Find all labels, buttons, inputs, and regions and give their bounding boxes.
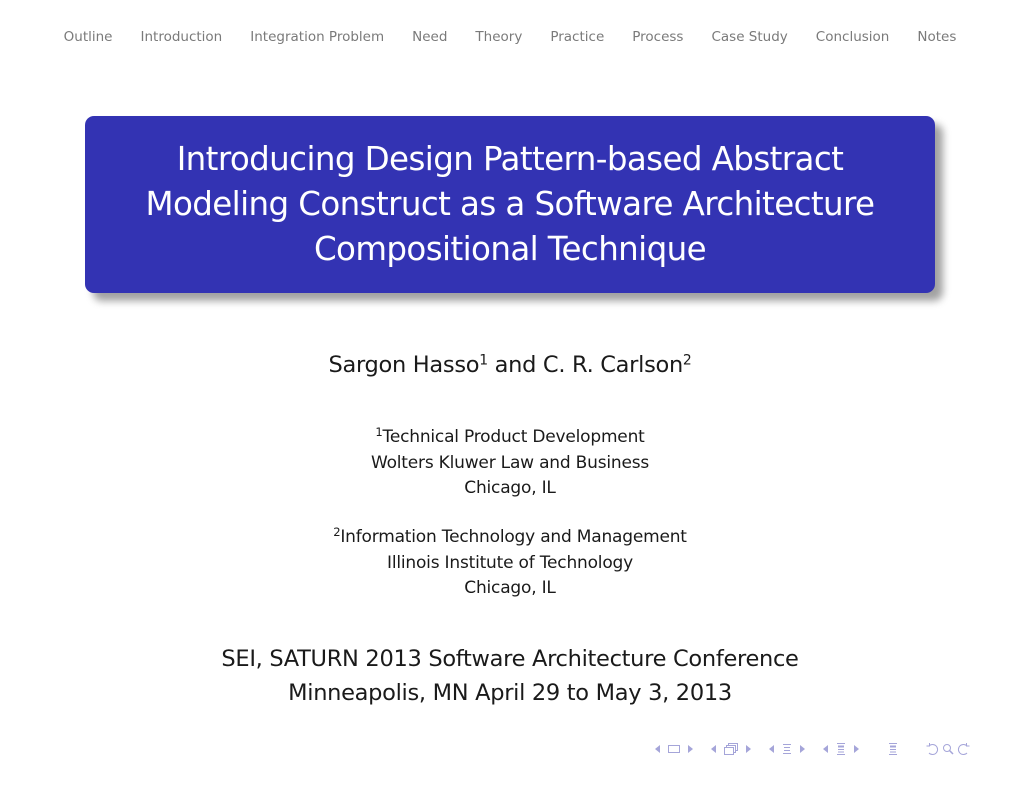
undo-icon[interactable] xyxy=(925,742,939,756)
subsection-doc-icon[interactable] xyxy=(835,742,847,756)
arrow-right-icon[interactable] xyxy=(797,743,807,755)
nav-item-integration-problem[interactable]: Integration Problem xyxy=(236,27,398,47)
arrow-left-icon[interactable] xyxy=(767,743,777,755)
search-icon[interactable] xyxy=(941,742,955,756)
affiliation-mark: 1 xyxy=(375,425,383,440)
frame-icon[interactable] xyxy=(667,743,681,755)
authors: Sargon Hasso1 and C. R. Carlson2 xyxy=(0,350,1020,380)
author-connector: and xyxy=(487,352,543,378)
affiliation-mark: 2 xyxy=(682,352,692,369)
affiliation-mark: 1 xyxy=(479,352,488,369)
nav-item-introduction[interactable]: Introduction xyxy=(126,27,236,47)
arrow-left-icon[interactable] xyxy=(653,743,663,755)
redo-icon[interactable] xyxy=(957,742,971,756)
affiliation-location: Chicago, IL xyxy=(464,578,556,598)
title-line: Modeling Construct as a Software Archite… xyxy=(145,185,876,223)
author-name: C. R. Carlson xyxy=(542,352,683,378)
beamer-navigation-symbols xyxy=(653,741,971,757)
affiliation-organization: Illinois Institute of Technology xyxy=(387,552,633,573)
nav-item-practice[interactable]: Practice xyxy=(536,27,618,47)
nav-item-process[interactable]: Process xyxy=(618,27,697,47)
nav-item-notes[interactable]: Notes xyxy=(903,27,970,47)
affiliation-2: 2Information Technology and Management I… xyxy=(0,525,1020,602)
arrow-right-icon[interactable] xyxy=(685,743,695,755)
arrow-left-icon[interactable] xyxy=(709,743,719,755)
arrow-right-icon[interactable] xyxy=(851,743,861,755)
author-name: Sargon Hasso xyxy=(328,352,480,378)
title-line: Introducing Design Pattern-based Abstrac… xyxy=(176,140,844,178)
affiliation-department: Information Technology and Management xyxy=(340,527,687,547)
title-box: Introducing Design Pattern-based Abstrac… xyxy=(85,116,935,293)
affiliation-organization: Wolters Kluwer Law and Business xyxy=(370,452,650,473)
title-line: Compositional Technique xyxy=(313,230,707,268)
conference-location-date: Minneapolis, MN April 29 to May 3, 2013 xyxy=(288,680,732,706)
nav-item-outline[interactable]: Outline xyxy=(50,27,127,47)
affiliation-1: 1Technical Product Development Wolters K… xyxy=(0,425,1020,502)
conference-info: SEI, SATURN 2013 Software Architecture C… xyxy=(0,642,1020,710)
conference-name: SEI, SATURN 2013 Software Architecture C… xyxy=(221,646,799,672)
affiliation-location: Chicago, IL xyxy=(464,478,556,498)
nav-item-conclusion[interactable]: Conclusion xyxy=(802,27,904,47)
arrow-left-icon[interactable] xyxy=(821,743,831,755)
section-icon[interactable] xyxy=(781,742,793,756)
document-icon[interactable] xyxy=(887,742,899,756)
affiliation-department: Technical Product Development xyxy=(382,427,645,447)
subsection-icon[interactable] xyxy=(723,742,739,756)
section-navigation-bar: Outline Introduction Integration Problem… xyxy=(0,27,1020,47)
nav-item-need[interactable]: Need xyxy=(398,27,461,47)
arrow-right-icon[interactable] xyxy=(743,743,753,755)
nav-item-theory[interactable]: Theory xyxy=(461,27,536,47)
nav-item-case-study[interactable]: Case Study xyxy=(697,27,801,47)
